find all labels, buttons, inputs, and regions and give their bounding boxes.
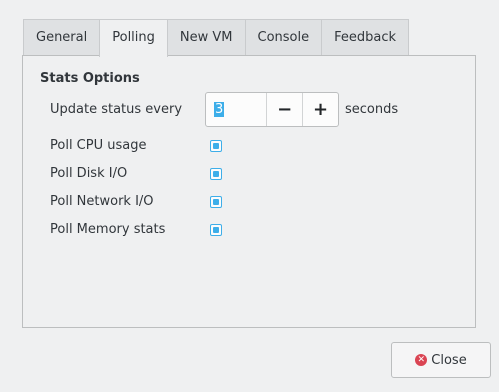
poll-memory-checkbox[interactable] [210, 224, 222, 236]
update-interval-input[interactable]: 3 [206, 93, 268, 126]
close-circle-icon: ✕ [415, 354, 428, 366]
poll-cpu-checkbox[interactable] [210, 140, 222, 152]
stats-options-title: Stats Options [40, 71, 140, 86]
poll-network-label: Poll Network I/O [50, 194, 154, 209]
tab-console[interactable]: Console [244, 19, 323, 55]
poll-memory-label: Poll Memory stats [50, 222, 166, 237]
poll-cpu-label: Poll CPU usage [50, 138, 147, 153]
increment-button[interactable]: + [302, 93, 338, 126]
tab-new-vm[interactable]: New VM [166, 19, 246, 55]
polling-panel: Stats Options Update status every 3 − + … [22, 55, 476, 328]
close-button-label: Close [431, 352, 467, 368]
poll-disk-label: Poll Disk I/O [50, 166, 128, 181]
update-interval-spinbox: 3 − + [205, 92, 339, 127]
poll-disk-checkbox[interactable] [210, 168, 222, 180]
update-interval-value: 3 [214, 102, 225, 117]
tab-bar: General Polling New VM Console Feedback [23, 19, 410, 57]
close-button[interactable]: ✕ Close [391, 342, 491, 378]
tab-feedback[interactable]: Feedback [321, 19, 410, 55]
tab-general[interactable]: General [23, 19, 101, 55]
poll-network-checkbox[interactable] [210, 196, 222, 208]
update-status-label: Update status every [50, 102, 183, 117]
decrement-button[interactable]: − [267, 93, 302, 126]
tab-polling[interactable]: Polling [99, 19, 168, 57]
seconds-label: seconds [345, 102, 399, 117]
